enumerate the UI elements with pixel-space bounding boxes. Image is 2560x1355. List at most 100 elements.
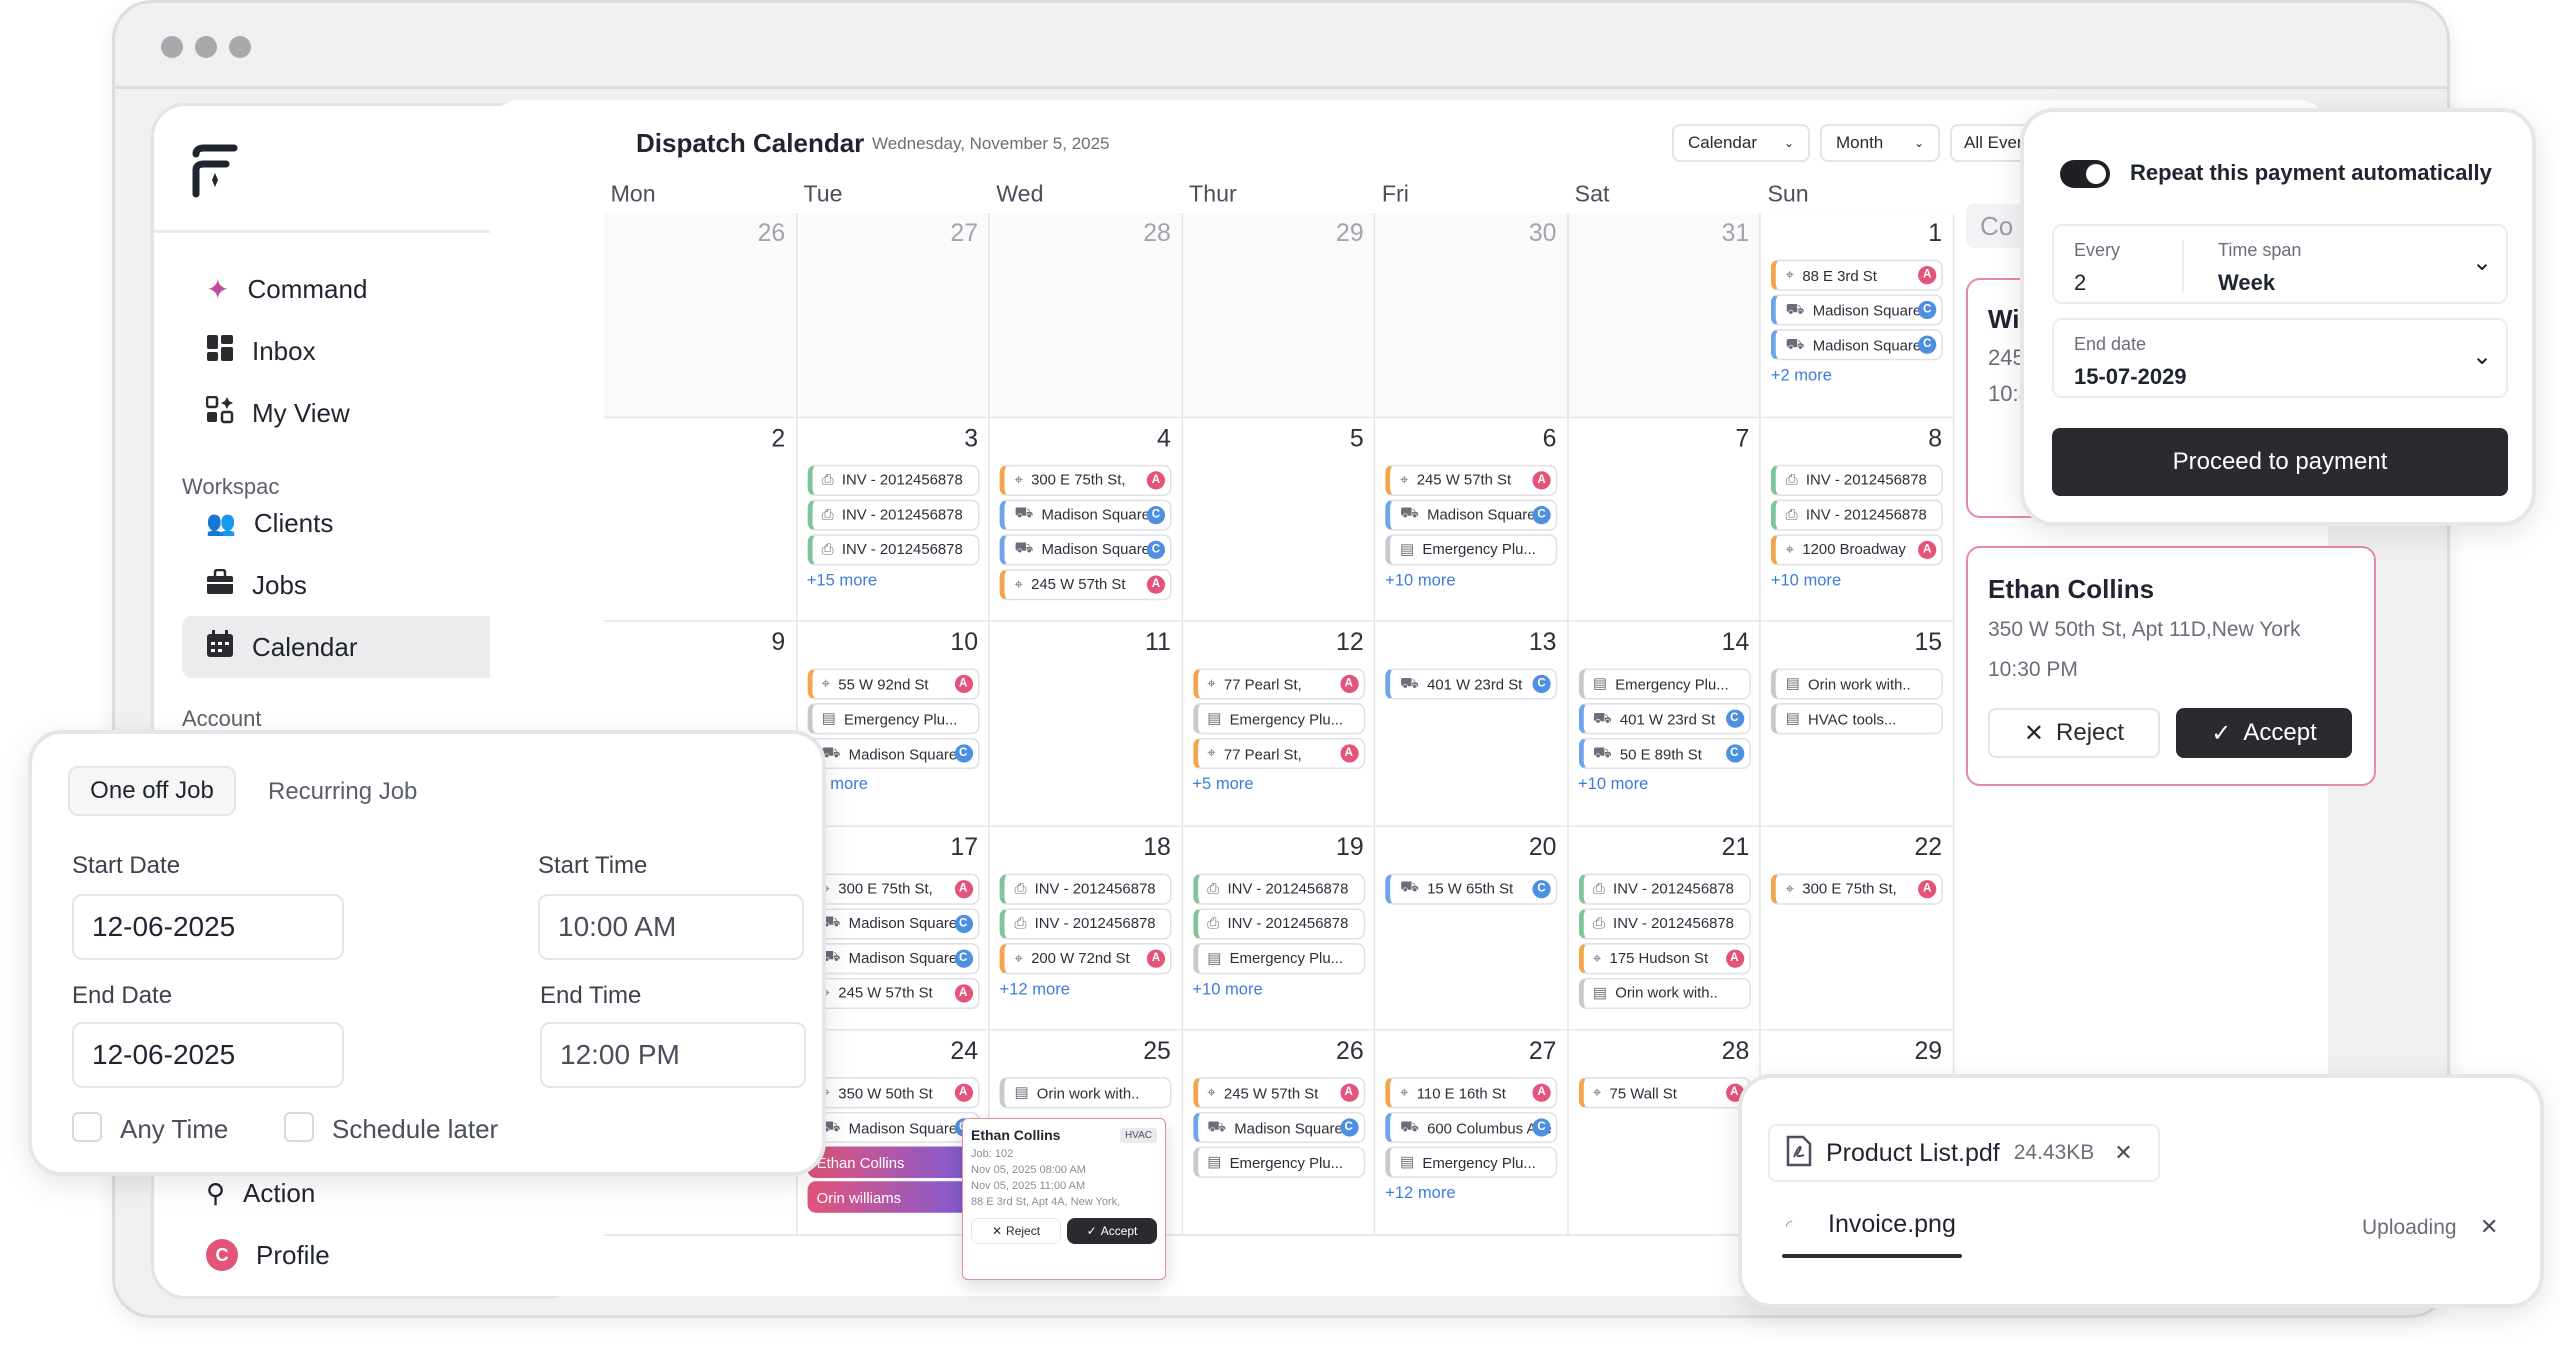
calendar-event[interactable]: ⌖245 W 57th StA xyxy=(999,568,1172,600)
calendar-event[interactable]: ⎙ INV - 2012456878 xyxy=(1192,872,1365,905)
calendar-event[interactable]: ⌖ 1200 Broadway A xyxy=(1770,533,1943,565)
calendar-day-cell[interactable]: 15 ▤ Orin work with.. ▤ HVAC tools... xyxy=(1760,621,1954,827)
calendar-event[interactable]: ⌖300 E 75th St,A xyxy=(999,463,1172,496)
calendar-event[interactable]: ⎙ INV - 2012456878 xyxy=(1770,463,1943,496)
calendar-event[interactable]: Orin williams xyxy=(806,1181,979,1213)
more-events-link[interactable]: +10 more xyxy=(1192,980,1262,998)
popup-reject-button[interactable]: ✕ Reject xyxy=(971,1218,1062,1244)
calendar-event[interactable]: ⛟ 50 E 89th St C xyxy=(1577,737,1751,770)
calendar-event[interactable]: ⎙ INV - 2012456878 xyxy=(1577,907,1751,939)
calendar-event[interactable]: ⌖ 200 W 72nd St A xyxy=(999,942,1172,974)
calendar-event[interactable]: ⎙ INV - 2012456878 xyxy=(1770,498,1943,531)
calendar-event[interactable]: ⛟ 15 W 65th St C xyxy=(1385,872,1558,905)
calendar-event[interactable]: ⛟Madison SquareC xyxy=(1770,328,1943,361)
calendar-event[interactable]: ▤ Orin work with.. xyxy=(999,1077,1172,1109)
window-close-dot[interactable] xyxy=(161,36,183,58)
calendar-event[interactable]: ▤ Orin work with.. xyxy=(1770,668,1943,700)
more-events-link[interactable]: +2 more xyxy=(1771,367,1832,385)
calendar-day-cell[interactable]: 4 ⌖ 300 E 75th St, A ⛟ Madison Square C ⛟ Madiso… xyxy=(989,417,1183,622)
calendar-day-cell[interactable]: 29 xyxy=(1182,213,1376,418)
calendar-event[interactable]: ⌖ 77 Pearl St, A xyxy=(1192,668,1365,700)
remove-file-icon[interactable]: ✕ xyxy=(2114,1140,2132,1166)
calendar-day-cell[interactable]: 28 ⌖ 75 Wall St A xyxy=(1568,1030,1761,1236)
calendar-day-cell[interactable]: 11 xyxy=(989,621,1183,827)
more-events-link[interactable]: +12 more xyxy=(1000,980,1070,998)
calendar-event[interactable]: ⛟Madison SquareC xyxy=(806,737,979,770)
reject-button[interactable]: ✕ Reject xyxy=(1988,708,2160,758)
calendar-event[interactable]: ⎙ INV - 2012456878 xyxy=(1577,872,1751,905)
calendar-event[interactable]: ⎙ INV - 2012456878 xyxy=(1192,907,1365,939)
view-select[interactable]: Calendar ⌄ xyxy=(1672,124,1810,162)
calendar-event[interactable]: ▤ Emergency Plu... xyxy=(1192,1146,1365,1178)
calendar-day-cell[interactable]: 5 xyxy=(1182,417,1376,622)
window-maximize-dot[interactable] xyxy=(229,36,251,58)
calendar-event[interactable]: ▤ Emergency Plu... xyxy=(1192,942,1365,974)
calendar-event[interactable]: ▤ HVAC tools... xyxy=(1770,702,1943,735)
calendar-event[interactable]: ▤ Emergency Plu... xyxy=(1192,702,1365,735)
calendar-event[interactable]: ⌖245 W 57th StA xyxy=(1192,1077,1365,1109)
repeat-toggle[interactable] xyxy=(2060,160,2110,188)
range-select[interactable]: Month ⌄ xyxy=(1820,124,1940,162)
calendar-day-cell[interactable]: 20 ⛟ 15 W 65th St C xyxy=(1375,826,1569,1031)
calendar-event[interactable]: ⌖245 W 57th StA xyxy=(1385,463,1558,496)
calendar-event[interactable]: ⎙ INV - 2012456878 xyxy=(999,872,1172,905)
interval-field[interactable]: Every 2 Time span Week ⌄ xyxy=(2052,224,2508,304)
calendar-day-cell[interactable]: 27 ⌖ 110 E 16th St A ⛟ 600 Columbus Ave C ▤ Emer… xyxy=(1375,1030,1569,1236)
calendar-day-cell[interactable]: 21 ⎙ INV - 2012456878 ⎙ INV - 2012456878 ⌖ 175… xyxy=(1568,826,1761,1031)
calendar-day-cell[interactable]: 13 ⛟ 401 W 23rd St C xyxy=(1375,621,1569,827)
calendar-day-cell[interactable]: 28 xyxy=(989,213,1183,418)
calendar-event[interactable]: ⎙ INV - 2012456878 xyxy=(806,463,979,496)
tab-recurring-job[interactable]: Recurring Job xyxy=(268,778,417,806)
calendar-event[interactable]: ⌖300 E 75th St,A xyxy=(806,872,979,905)
calendar-event[interactable]: Ethan Collins xyxy=(806,1146,979,1178)
end-date-input[interactable]: 12-06-2025 xyxy=(72,1022,344,1088)
calendar-day-cell[interactable]: 27 xyxy=(796,213,990,418)
calendar-day-cell[interactable]: 6 ⌖ 245 W 57th St A ⛟ Madison Square C ▤ Emergen… xyxy=(1375,417,1569,622)
calendar-event[interactable]: ⛟Madison SquareC xyxy=(806,1111,979,1144)
calendar-day-cell[interactable]: 12 ⌖ 77 Pearl St, A ▤ Emergency Plu... ⌖ 77 Pea… xyxy=(1182,621,1376,827)
calendar-day-cell[interactable]: 7 xyxy=(1568,417,1761,622)
calendar-day-cell[interactable]: 14 ▤ Emergency Plu... ⛟ 401 W 23rd St C ⛟ 50 E … xyxy=(1568,621,1761,827)
schedule-later-checkbox[interactable] xyxy=(284,1112,314,1142)
more-events-link[interactable]: +5 more xyxy=(1192,776,1253,794)
calendar-event[interactable]: ⌖245 W 57th StA xyxy=(806,976,979,1009)
calendar-event[interactable]: ⌖ 55 W 92nd St A xyxy=(806,668,979,700)
window-minimize-dot[interactable] xyxy=(195,36,217,58)
more-events-link[interactable]: +10 more xyxy=(1578,776,1648,794)
accept-button[interactable]: ✓ Accept xyxy=(2176,708,2352,758)
calendar-event[interactable]: ▤ Emergency Plu... xyxy=(1385,533,1558,565)
calendar-event[interactable]: ▤ Emergency Plu... xyxy=(806,702,979,735)
calendar-event[interactable]: ▤ Orin work with.. xyxy=(1577,976,1751,1009)
calendar-day-cell[interactable]: 22 ⌖ 300 E 75th St, A xyxy=(1760,826,1954,1031)
calendar-event[interactable]: ⌖ 75 Wall St A xyxy=(1577,1077,1751,1109)
calendar-event[interactable]: ⛟ 600 Columbus Ave C xyxy=(1385,1111,1558,1144)
calendar-event[interactable]: ⎙ INV - 2012456878 xyxy=(806,498,979,531)
calendar-event[interactable]: ⎙ INV - 2012456878 xyxy=(999,907,1172,939)
popup-accept-button[interactable]: ✓ Accept xyxy=(1067,1218,1157,1244)
cancel-upload-icon[interactable]: ✕ xyxy=(2480,1214,2498,1240)
calendar-day-cell[interactable]: 26 ⌖ 245 W 57th St A ⛟ Madison Square C ▤ Emerge… xyxy=(1182,1030,1376,1236)
calendar-event[interactable]: ⛟ 401 W 23rd St C xyxy=(1577,702,1751,735)
calendar-event[interactable]: ⌖ 77 Pearl St, A xyxy=(1192,737,1365,770)
calendar-day-cell[interactable]: 26 xyxy=(604,213,797,418)
start-date-input[interactable]: 12-06-2025 xyxy=(72,894,344,960)
calendar-event[interactable]: ⛟Madison SquareC xyxy=(806,907,979,939)
start-time-input[interactable]: 10:00 AM xyxy=(538,894,804,960)
calendar-day-cell[interactable]: 30 xyxy=(1375,213,1569,418)
more-events-link[interactable]: +10 more xyxy=(1771,571,1841,589)
calendar-event[interactable]: ⛟Madison SquareC xyxy=(1770,294,1943,326)
calendar-event[interactable]: ⛟Madison SquareC xyxy=(999,533,1172,565)
calendar-event[interactable]: ⛟Madison SquareC xyxy=(999,498,1172,531)
more-events-link[interactable]: +10 more xyxy=(1385,571,1455,589)
proceed-to-payment-button[interactable]: Proceed to payment xyxy=(2052,428,2508,496)
calendar-event[interactable]: ⛟Madison SquareC xyxy=(1385,498,1558,531)
calendar-event[interactable]: ⌖ 110 E 16th St A xyxy=(1385,1077,1558,1109)
calendar-event[interactable]: ⌖ 175 Hudson St A xyxy=(1577,942,1751,974)
any-time-checkbox[interactable] xyxy=(72,1112,102,1142)
calendar-day-cell[interactable]: 2 xyxy=(604,417,797,622)
tab-one-off-job[interactable]: One off Job xyxy=(68,766,236,816)
calendar-event[interactable]: ⛟Madison SquareC xyxy=(806,942,979,974)
calendar-event[interactable]: ⌖ 88 E 3rd St A xyxy=(1770,259,1943,291)
calendar-event[interactable]: ⛟Madison SquareC xyxy=(1192,1111,1365,1144)
calendar-event[interactable]: ⎙ INV - 2012456878 xyxy=(806,533,979,565)
